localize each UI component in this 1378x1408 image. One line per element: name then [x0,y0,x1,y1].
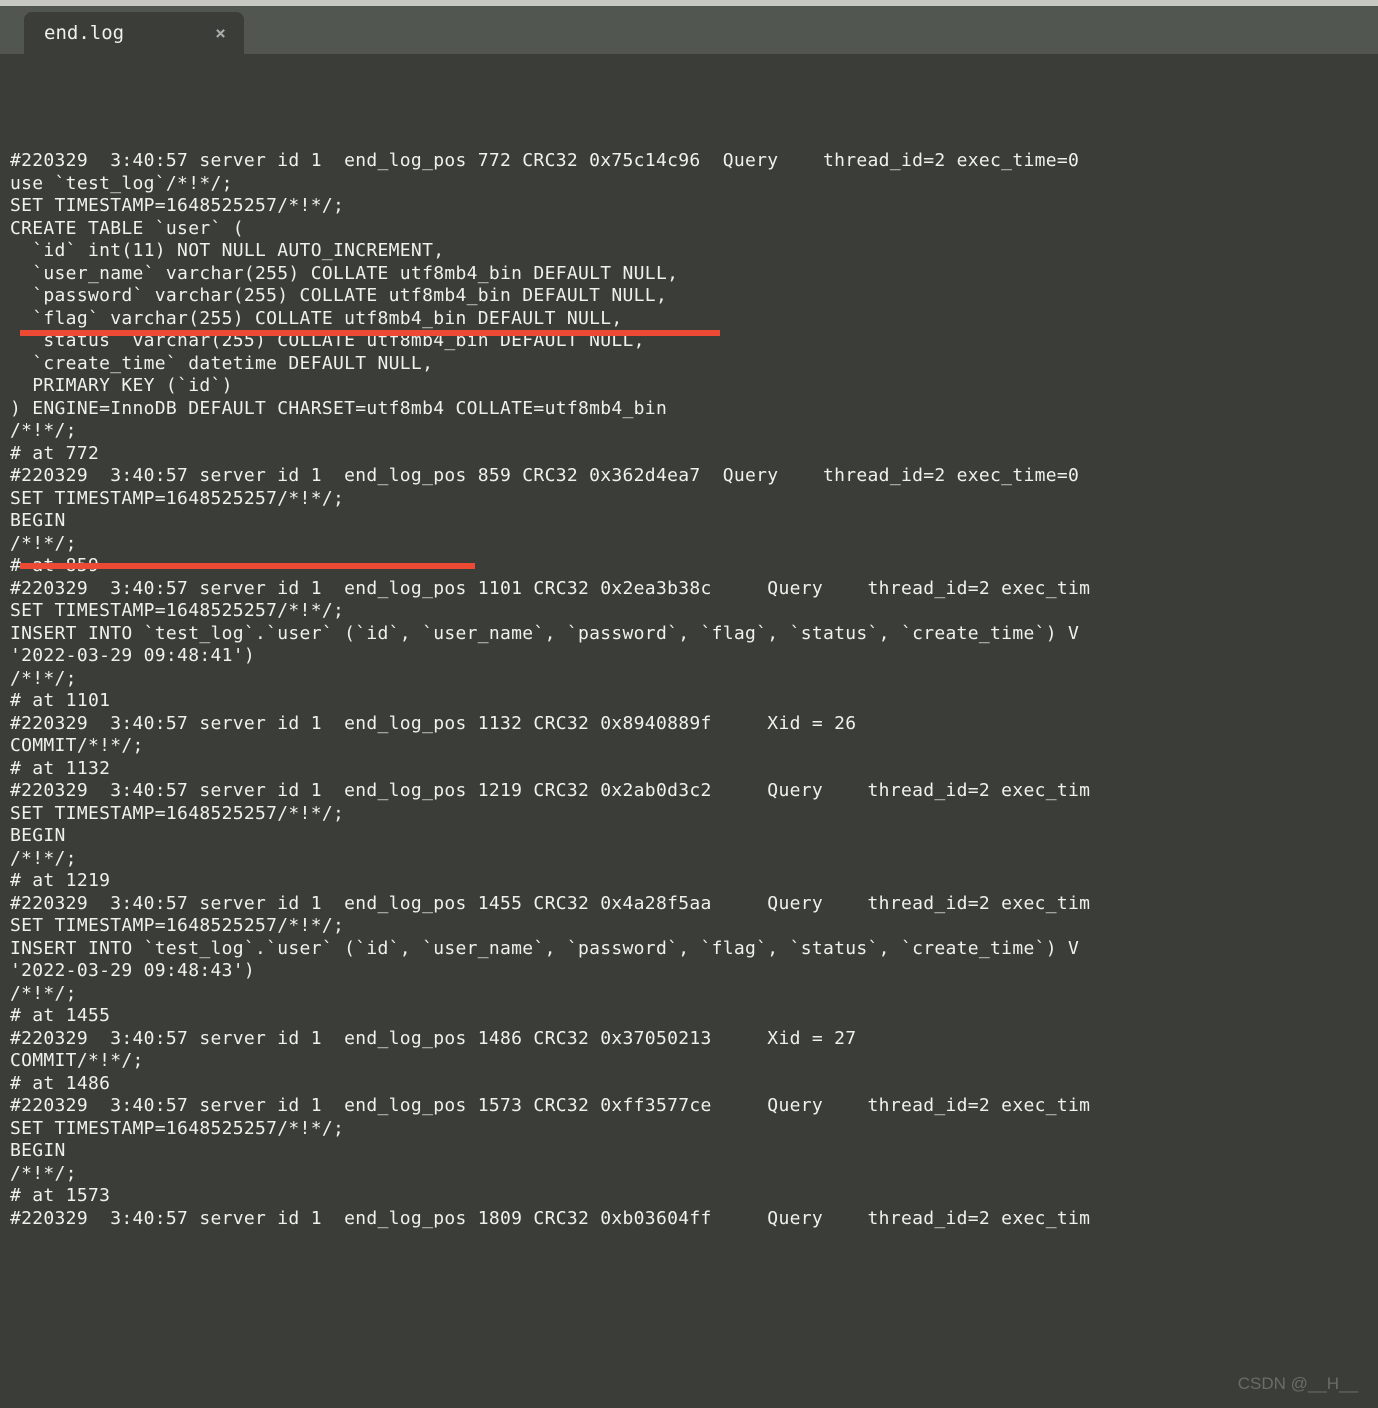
log-text: #220329 3:40:57 server id 1 end_log_pos … [10,150,1368,1230]
watermark-text: CSDN @__H__ [1238,1374,1358,1394]
close-icon[interactable]: × [215,23,226,44]
tab-filename: end.log [44,22,124,44]
tab-bar: end.log × [0,6,1378,54]
editor-content[interactable]: #220329 3:40:57 server id 1 end_log_pos … [0,54,1378,1259]
highlight-annotation-2 [20,563,475,569]
file-tab[interactable]: end.log × [24,12,244,54]
highlight-annotation-1 [20,330,720,336]
